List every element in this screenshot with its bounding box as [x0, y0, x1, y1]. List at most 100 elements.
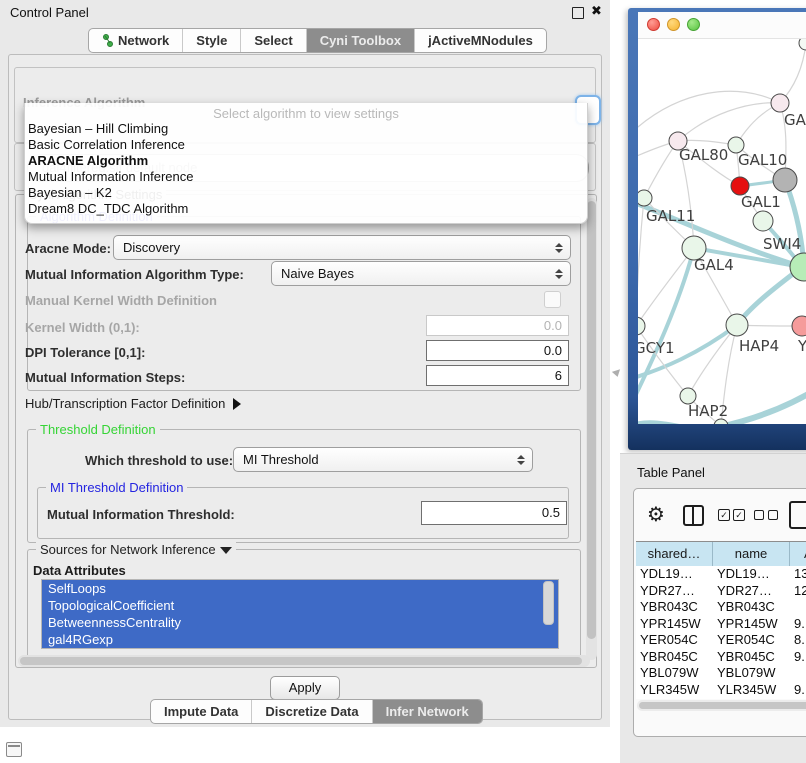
kernel-width-label: Kernel Width (0,1): — [25, 320, 140, 335]
network-edge[interactable] — [638, 248, 694, 407]
table-cell: 12 — [794, 583, 806, 600]
minimize-traffic-light[interactable] — [667, 18, 680, 31]
network-edge[interactable] — [644, 141, 678, 198]
column-header-next[interactable]: A — [790, 542, 806, 566]
node-label: GAL1 — [741, 193, 781, 211]
tab-impute-data[interactable]: Impute Data — [151, 700, 252, 723]
tab-network[interactable]: Network — [89, 29, 183, 52]
window-titlebar[interactable] — [638, 12, 806, 39]
select-all-checkbox-icon[interactable]: ✓ — [733, 509, 745, 521]
manual-kernel-checkbox[interactable] — [544, 291, 561, 308]
gear-icon[interactable]: ⚙ — [647, 504, 665, 524]
collapsed-panel-icon[interactable] — [6, 742, 22, 757]
table-panel: ⚙ ✓ ✓ shared… name A YDL19…YDL19…13YDR27… — [633, 488, 806, 737]
columns-icon[interactable] — [683, 505, 704, 526]
toolbox-tabbar: Network Style Select Cyni Toolbox jActiv… — [88, 28, 547, 53]
table-row[interactable]: YDL19…YDL19…13 — [636, 566, 806, 583]
which-threshold-select[interactable]: MI Threshold — [233, 447, 533, 472]
tab-style[interactable]: Style — [183, 29, 241, 52]
network-canvas[interactable]: GALGAL80GAL10GAL1GAL11SWI4GAL4GCY1HAP4YH… — [638, 39, 806, 424]
algorithm-option[interactable]: Mutual Information Inference — [25, 169, 587, 185]
float-window-icon[interactable] — [572, 7, 584, 19]
deselect-all-checkbox-icon[interactable] — [754, 510, 764, 520]
hub-definition-expander[interactable]: Hub/Transcription Factor Definition — [25, 396, 241, 411]
manual-kernel-label: Manual Kernel Width Definition — [25, 293, 217, 308]
tab-select[interactable]: Select — [241, 29, 306, 52]
tab-cyni-toolbox[interactable]: Cyni Toolbox — [307, 29, 415, 52]
network-edge[interactable] — [638, 198, 644, 326]
table-row[interactable]: YLR345WYLR345W9. — [636, 682, 806, 699]
settings-hscrollbar-thumb[interactable] — [20, 657, 582, 665]
algorithm-option[interactable]: Bayesian – Hill Climbing — [25, 121, 587, 137]
data-attribute-item[interactable]: gal4RGexp — [42, 631, 558, 648]
aracne-mode-select[interactable]: Discovery — [113, 235, 571, 260]
algorithm-option[interactable]: ARACNE Algorithm — [25, 153, 587, 169]
table-cell: YDR27… — [717, 583, 772, 600]
data-attribute-item[interactable]: SelfLoops — [42, 580, 558, 597]
column-header-name[interactable]: name — [713, 542, 790, 566]
select-all-checkbox-icon[interactable]: ✓ — [718, 509, 730, 521]
table-cell: YBR043C — [640, 599, 698, 616]
algorithm-option[interactable]: Basic Correlation Inference — [25, 137, 587, 153]
table-row[interactable]: YBR045CYBR045C9. — [636, 649, 806, 666]
table-cell: YBR045C — [640, 649, 698, 666]
kernel-width-field[interactable]: 0.0 — [426, 315, 569, 336]
mi-threshold-definition-title: MI Threshold Definition — [46, 480, 187, 495]
network-edge[interactable] — [780, 43, 806, 103]
settings-scrollbar-thumb[interactable] — [587, 201, 596, 639]
table-hscrollbar-thumb[interactable] — [639, 702, 806, 709]
close-icon[interactable]: ✖ — [591, 3, 602, 19]
algorithm-option[interactable]: Dream8 DC_TDC Algorithm — [25, 201, 587, 217]
tab-infer-network[interactable]: Infer Network — [373, 700, 482, 723]
table-row[interactable]: YIL052CYIL052C0. — [636, 698, 806, 699]
mi-type-label: Mutual Information Algorithm Type: — [25, 267, 244, 282]
new-table-icon[interactable] — [789, 501, 806, 529]
mi-type-select[interactable]: Naive Bayes — [271, 261, 571, 286]
network-node-gal11[interactable] — [638, 190, 652, 206]
cyni-toolbox-panel: Inference Algorithm gal4filtered.sif def… — [8, 54, 602, 720]
network-edge[interactable] — [737, 267, 802, 325]
threshold-definition-title: Threshold Definition — [36, 422, 160, 437]
algorithm-option[interactable]: Bayesian – K2 — [25, 185, 587, 201]
hub-definition-label: Hub/Transcription Factor Definition — [25, 396, 225, 411]
network-edge[interactable] — [638, 91, 780, 134]
network-edge[interactable] — [638, 422, 708, 424]
deselect-all-checkbox-icon[interactable] — [768, 510, 778, 520]
mi-threshold-field[interactable]: 0.5 — [421, 501, 567, 525]
dpi-tolerance-field[interactable]: 0.0 — [426, 340, 569, 361]
data-attributes-label: Data Attributes — [33, 563, 126, 578]
network-node[interactable] — [773, 168, 797, 192]
network-node-swi4[interactable] — [753, 211, 773, 231]
network-node-gcy1[interactable] — [638, 317, 645, 335]
control-panel-title: Control Panel — [10, 5, 89, 20]
node-label: GAL4 — [694, 256, 734, 274]
mi-steps-field[interactable]: 6 — [426, 365, 569, 386]
collapse-arrow-icon[interactable] — [220, 547, 232, 554]
network-edge[interactable] — [638, 248, 694, 326]
table-row[interactable]: YBL079WYBL079W — [636, 665, 806, 682]
column-header-shared-name[interactable]: shared… — [636, 542, 713, 566]
network-node-y[interactable] — [792, 316, 806, 336]
table-row[interactable]: YDR27…YDR27…12 — [636, 583, 806, 600]
network-node[interactable] — [799, 39, 806, 50]
table-row[interactable]: YER054CYER054C8. — [636, 632, 806, 649]
apply-button[interactable]: Apply — [270, 676, 340, 700]
table-header: shared… name A — [636, 541, 806, 567]
tab-jactivemnodules[interactable]: jActiveMNodules — [415, 29, 546, 52]
table-row[interactable]: YPR145WYPR145W9. — [636, 616, 806, 633]
tab-discretize-data[interactable]: Discretize Data — [252, 700, 372, 723]
list-vertical-scrollbar[interactable] — [543, 581, 554, 625]
table-row[interactable]: YBR043CYBR043C — [636, 599, 806, 616]
table-cell: YIL052C — [640, 698, 691, 699]
data-attribute-item[interactable]: TopologicalCoefficient — [42, 597, 558, 614]
mi-type-value: Naive Bayes — [281, 266, 555, 281]
network-edge[interactable] — [678, 103, 780, 141]
data-attribute-item[interactable]: BetweennessCentrality — [42, 614, 558, 631]
node-label: GAL80 — [679, 146, 728, 164]
mi-threshold-label: Mutual Information Threshold: — [47, 507, 235, 522]
node-label: SWI4 — [763, 235, 801, 253]
close-traffic-light[interactable] — [647, 18, 660, 31]
network-node-hap4[interactable] — [726, 314, 748, 336]
network-node-gal[interactable] — [771, 94, 789, 112]
zoom-traffic-light[interactable] — [687, 18, 700, 31]
